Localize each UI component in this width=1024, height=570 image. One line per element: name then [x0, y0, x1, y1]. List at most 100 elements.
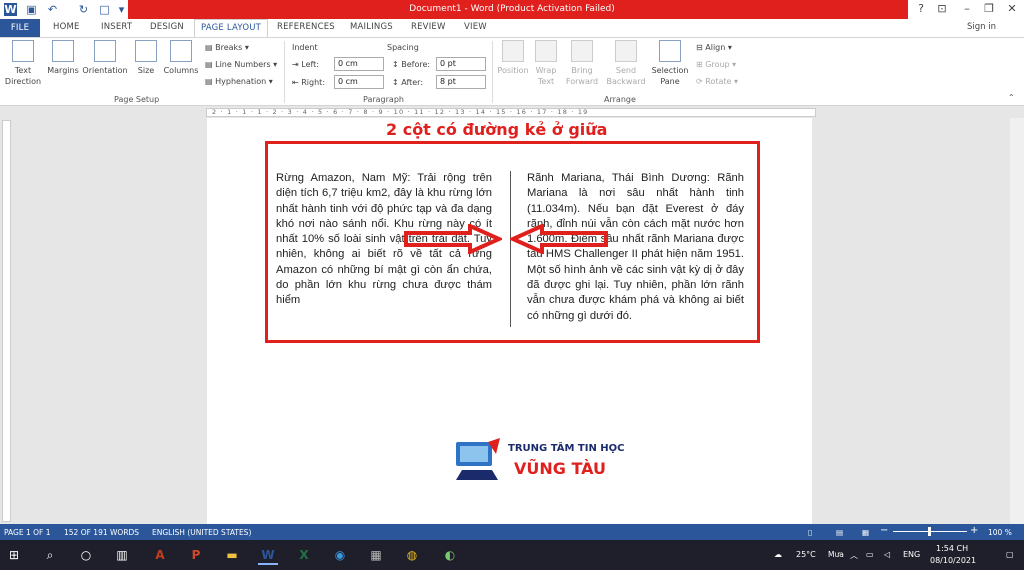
- tab-page-layout[interactable]: PAGE LAYOUT: [194, 19, 269, 38]
- search-icon[interactable]: ⌕: [40, 545, 60, 565]
- ruler-numbers: 2 · 1 · 1 · 1 · 2 · 3 · 4 · 5 · 6 · 7 · …: [212, 108, 589, 116]
- text-direction-icon: [12, 40, 34, 62]
- group-button[interactable]: ⊞ Group ▾: [696, 60, 736, 69]
- word-taskbar-icon[interactable]: W: [258, 545, 278, 565]
- ribbon-tabs: FILE HOME INSERT DESIGN PAGE LAYOUT REFE…: [0, 19, 1024, 38]
- tab-references[interactable]: REFERENCES: [277, 22, 335, 32]
- read-mode-icon[interactable]: ▯: [808, 528, 812, 537]
- tab-design[interactable]: DESIGN: [150, 22, 184, 32]
- powerpoint-icon[interactable]: P: [186, 545, 206, 565]
- position-button[interactable]: Position: [496, 40, 530, 76]
- indent-left-field[interactable]: 0 cm: [334, 57, 384, 71]
- app-icon[interactable]: ◐: [440, 545, 460, 565]
- tab-view[interactable]: VIEW: [464, 22, 487, 32]
- undo-icon[interactable]: ↶: [46, 3, 59, 16]
- word-app-icon[interactable]: W: [4, 3, 17, 16]
- spacing-after-field[interactable]: 8 pt: [436, 75, 486, 89]
- collapse-ribbon-icon[interactable]: ⌃: [1008, 93, 1015, 102]
- save-icon[interactable]: ▣: [25, 3, 38, 16]
- spacing-before-label: ↕ Before:: [392, 60, 431, 69]
- tab-home[interactable]: HOME: [53, 22, 80, 32]
- file-explorer-icon[interactable]: ▬: [222, 545, 242, 565]
- widgets-icon[interactable]: ▥: [112, 545, 132, 565]
- restore-icon[interactable]: ❐: [982, 2, 996, 16]
- indent-label: Indent: [292, 43, 318, 52]
- access-icon[interactable]: A: [150, 545, 170, 565]
- wrap-text-button[interactable]: Wrap Text: [532, 40, 560, 87]
- chrome-icon[interactable]: ◍: [402, 545, 422, 565]
- help-icon[interactable]: ?: [914, 2, 928, 16]
- wrap-text-icon: [535, 40, 557, 62]
- web-layout-icon[interactable]: ▦: [862, 528, 869, 537]
- right-arrow-icon: [404, 224, 502, 254]
- tray-overflow-icon[interactable]: ︿: [850, 550, 858, 561]
- calculator-icon[interactable]: ▦: [366, 545, 386, 565]
- indent-right-label: ⇤ Right:: [292, 78, 326, 87]
- size-button[interactable]: Size: [133, 40, 159, 76]
- breaks-button[interactable]: ▤ Breaks ▾: [205, 43, 249, 52]
- input-language[interactable]: ENG: [903, 550, 920, 559]
- logo-line-2: VŨNG TÀU: [514, 459, 607, 478]
- tab-review[interactable]: REVIEW: [411, 22, 446, 32]
- position-icon: [502, 40, 524, 62]
- tab-insert[interactable]: INSERT: [101, 22, 132, 32]
- page-count[interactable]: PAGE 1 OF 1: [4, 528, 51, 537]
- new-document-icon[interactable]: □: [98, 3, 111, 16]
- word-count[interactable]: 152 OF 191 WORDS: [64, 528, 139, 537]
- ribbon-display-icon[interactable]: ⊡: [935, 2, 949, 16]
- bring-forward-button[interactable]: Bring Forward: [562, 40, 602, 87]
- logo: TRUNG TÂM TIN HỌC VŨNG TÀU: [452, 434, 642, 486]
- spacing-before-field[interactable]: 0 pt: [436, 57, 486, 71]
- customize-qat-icon[interactable]: ▾: [115, 3, 128, 16]
- margins-icon: [52, 40, 74, 62]
- zoom-slider-thumb[interactable]: [928, 527, 931, 536]
- weather-desc: Mưa: [828, 550, 844, 559]
- align-button[interactable]: ⊟ Align ▾: [696, 43, 732, 52]
- size-icon: [135, 40, 157, 62]
- minimize-icon[interactable]: –: [960, 2, 974, 16]
- hyphenation-button[interactable]: ▤ Hyphenation ▾: [205, 77, 273, 86]
- columns-icon: [170, 40, 192, 62]
- text-direction-button[interactable]: Text Direction: [4, 40, 42, 87]
- weather-temp[interactable]: 25°C: [796, 550, 816, 559]
- network-icon[interactable]: ▭: [866, 550, 874, 559]
- spacing-after-label: ↕ After:: [392, 78, 424, 87]
- ribbon: Text Direction Margins Orientation Size …: [0, 37, 1024, 106]
- sign-in-link[interactable]: Sign in: [967, 22, 996, 32]
- zoom-level[interactable]: 100 %: [988, 528, 1012, 537]
- selection-pane-button[interactable]: Selection Pane: [650, 40, 690, 87]
- excel-icon[interactable]: X: [294, 545, 314, 565]
- clock-time[interactable]: 1:54 CH: [936, 544, 968, 553]
- print-layout-icon[interactable]: ▤: [836, 528, 843, 537]
- vertical-scrollbar[interactable]: [1010, 118, 1024, 524]
- status-bar: PAGE 1 OF 1 152 OF 191 WORDS ENGLISH (UN…: [0, 524, 1024, 540]
- tab-mailings[interactable]: MAILINGS: [350, 22, 393, 32]
- margins-button[interactable]: Margins: [46, 40, 80, 76]
- clock-date[interactable]: 08/10/2021: [930, 556, 976, 565]
- notification-icon[interactable]: ▢: [1006, 550, 1014, 559]
- vertical-ruler[interactable]: [0, 118, 12, 524]
- windows-start-icon[interactable]: ⊞: [4, 545, 24, 565]
- close-icon[interactable]: ✕: [1005, 2, 1019, 16]
- task-view-icon[interactable]: ○: [76, 545, 96, 565]
- indent-right-field[interactable]: 0 cm: [334, 75, 384, 89]
- language-status[interactable]: ENGLISH (UNITED STATES): [152, 528, 251, 537]
- line-numbers-button[interactable]: ▤ Line Numbers ▾: [205, 60, 277, 69]
- edge-icon[interactable]: ◉: [330, 545, 350, 565]
- tab-file[interactable]: FILE: [0, 19, 40, 37]
- weather-icon[interactable]: ☁: [774, 550, 782, 559]
- zoom-out-icon[interactable]: −: [880, 525, 888, 536]
- bring-forward-icon: [571, 40, 593, 62]
- rotate-button[interactable]: ⟳ Rotate ▾: [696, 77, 738, 86]
- vertical-ruler-bar: [2, 120, 11, 522]
- orientation-button[interactable]: Orientation: [82, 40, 128, 76]
- arrange-group-label: Arrange: [604, 95, 636, 104]
- horizontal-ruler[interactable]: 2 · 1 · 1 · 1 · 2 · 3 · 4 · 5 · 6 · 7 · …: [0, 106, 1024, 118]
- volume-icon[interactable]: ◁: [884, 550, 890, 559]
- columns-button[interactable]: Columns: [162, 40, 200, 76]
- zoom-in-icon[interactable]: +: [970, 525, 978, 536]
- ribbon-divider: [492, 41, 493, 103]
- send-backward-button[interactable]: Send Backward: [604, 40, 648, 87]
- paragraph-group-label: Paragraph: [363, 95, 404, 104]
- redo-icon[interactable]: ↻: [77, 3, 90, 16]
